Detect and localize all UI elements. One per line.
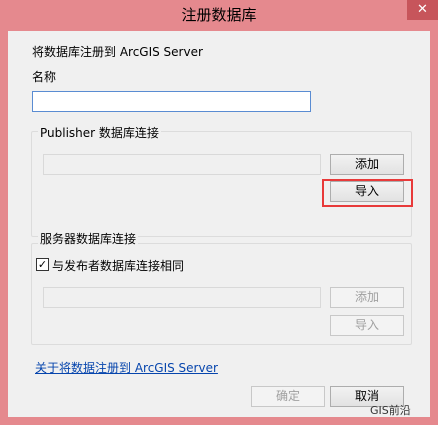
name-input[interactable] xyxy=(32,91,311,112)
close-button[interactable]: ✕ xyxy=(407,0,438,20)
ok-button: 确定 xyxy=(251,386,325,407)
intro-text: 将数据库注册到 ArcGIS Server xyxy=(32,45,203,59)
publisher-add-button[interactable]: 添加 xyxy=(330,154,404,175)
watermark-text: GIS前沿 xyxy=(370,404,411,417)
publisher-connection-field xyxy=(43,154,321,175)
publisher-group-label: Publisher 数据库连接 xyxy=(38,124,161,141)
close-icon: ✕ xyxy=(417,2,428,17)
check-icon: ✓ xyxy=(37,258,48,271)
server-group-label: 服务器数据库连接 xyxy=(38,230,139,247)
annotation-highlight-box xyxy=(322,179,413,207)
help-link[interactable]: 关于将数据注册到 ArcGIS Server xyxy=(35,359,218,376)
same-as-publisher-checkbox[interactable]: ✓ xyxy=(36,258,49,271)
same-as-publisher-label: 与发布者数据库连接相同 xyxy=(52,259,185,273)
server-connection-field xyxy=(43,287,321,308)
server-add-button: 添加 xyxy=(330,287,404,308)
server-import-button: 导入 xyxy=(330,315,404,336)
window-title: 注册数据库 xyxy=(181,6,257,24)
title-bar: 注册数据库 ✕ xyxy=(0,0,438,31)
dialog-client-area: 将数据库注册到 ArcGIS Server 名称 Publisher 数据库连接… xyxy=(8,31,430,417)
name-label: 名称 xyxy=(32,70,57,84)
